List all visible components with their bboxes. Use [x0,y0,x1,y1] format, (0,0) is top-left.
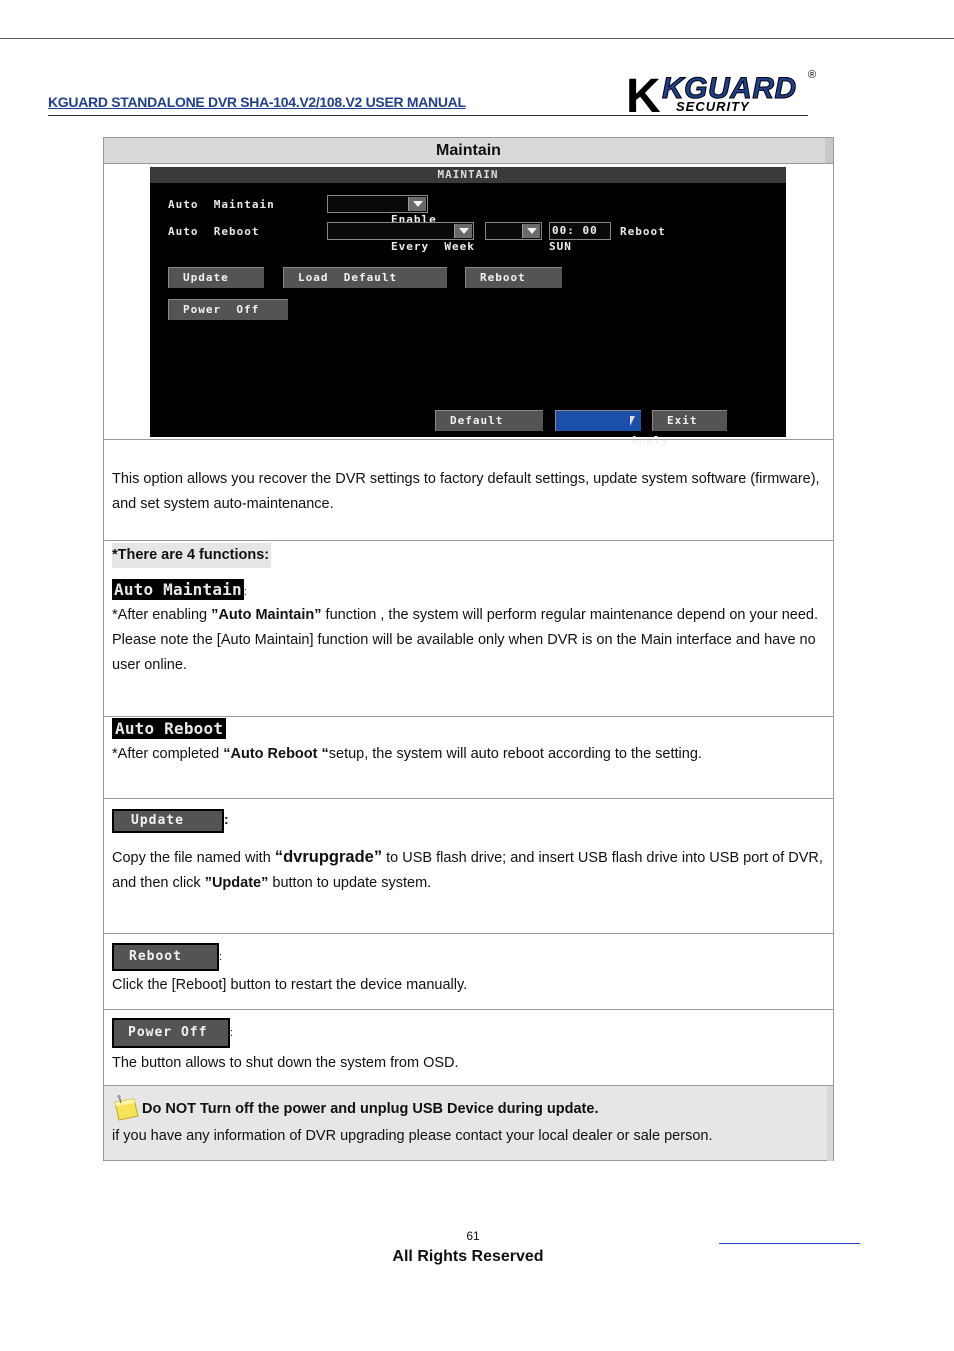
auto-maintain-text-before: *After enabling [112,607,212,623]
manual-title: KGUARD STANDALONE DVR SHA-104.V2/108.V2 … [48,94,466,110]
reboot-text: Click the [Reboot] button to restart the… [112,977,468,993]
auto-reboot-value: Every Week [390,240,475,253]
reboot-button[interactable]: Reboot [465,267,562,288]
auto-reboot-label: Auto Reboot [168,225,260,238]
reboot-badge: Reboot [112,943,219,971]
day-value: SUN [548,240,572,253]
auto-reboot-row: Auto Reboot *After completed “Auto Reboo… [104,716,833,798]
reboot-suffix: Reboot [620,225,666,238]
auto-reboot-text-after: setup, the system will auto reboot accor… [328,746,702,762]
default-button[interactable]: Default [435,410,543,431]
table-title: Maintain [436,142,501,159]
auto-maintain-colon: : [243,586,247,598]
auto-reboot-text-before: *After completed [112,746,224,762]
auto-maintain-select[interactable]: Enable [327,195,436,226]
exit-button[interactable]: Exit [652,410,727,431]
chevron-down-icon[interactable] [522,224,540,238]
description-text: This option allows you recover the DVR s… [112,471,820,512]
auto-reboot-select[interactable]: Every Week [327,222,474,253]
update-button[interactable]: Update [168,267,264,288]
mouse-pointer-icon [630,416,635,426]
power-off-text: The button allows to shut down the syste… [112,1055,459,1071]
note-shadow [827,1086,833,1161]
dvr-heading: MAINTAIN [150,167,786,183]
load-default-button[interactable]: Load Default [283,267,447,288]
power-off-button[interactable]: Power Off [168,299,288,320]
update-text-bold2: ”Update” [204,875,269,891]
auto-maintain-label: Auto Maintain [168,198,275,211]
screenshot-row: MAINTAIN Auto Maintain Enable Auto Reboo… [104,163,833,447]
power-off-badge: Power Off [112,1018,230,1048]
logo-k: K [626,70,661,116]
note-text: if you have any information of DVR upgra… [112,1128,713,1144]
apply-button[interactable]: Apply [555,410,668,447]
time-field[interactable]: 00: 00 [549,222,611,240]
auto-reboot-badge: Auto Reboot [112,718,227,739]
title-shadow [825,138,833,163]
page-number: 61 [466,1229,480,1243]
chevron-down-icon[interactable] [454,224,472,238]
dvr-maintain-screen: MAINTAIN Auto Maintain Enable Auto Reboo… [150,167,786,447]
update-colon: : [224,811,229,827]
power-off-colon: : [230,1027,234,1039]
power-off-row: Power Off: The button allows to shut dow… [104,1009,833,1085]
note-warning: Do NOT Turn off the power and unplug USB… [142,1101,599,1117]
functions-label: *There are 4 functions: [112,543,272,568]
rights-reserved: All Rights Reserved [392,1248,544,1265]
reboot-colon: : [219,951,223,963]
auto-reboot-text-bold: “Auto Reboot “ [223,746,329,762]
table-title-row: Maintain [104,138,833,163]
day-select[interactable]: SUN [485,222,571,253]
auto-reboot-text: *After completed “Auto Reboot “setup, th… [112,742,825,767]
top-rule [0,38,954,39]
auto-maintain-badge: Auto Maintain [112,579,244,600]
update-row: Update: Copy the file named with “dvrupg… [104,798,833,933]
update-text-before: Copy the file named with [112,850,275,866]
update-text-after: button to update system. [268,875,432,891]
footer-link-underline[interactable] [719,1243,860,1244]
reboot-row: Reboot: Click the [Reboot] button to res… [104,933,833,1009]
update-badge: Update [112,809,224,833]
update-text-bold: “dvrupgrade” [274,848,383,866]
kguard-logo: K KGUARD SECURITY ® [626,66,822,116]
note-row: Do NOT Turn off the power and unplug USB… [104,1085,833,1161]
auto-maintain-text: *After enabling ”Auto Maintain” function… [112,603,825,678]
logo-sub: SECURITY [676,99,750,114]
auto-maintain-text-bold: ”Auto Maintain” [211,607,322,623]
auto-maintain-row: *There are 4 functions: Auto Maintain: *… [104,540,833,716]
update-text: Copy the file named with “dvrupgrade” to… [112,845,825,896]
description-row: This option allows you recover the DVR s… [104,439,833,540]
note-icon [112,1094,142,1122]
logo-mark: ® [808,69,816,81]
chevron-down-icon[interactable] [408,197,426,211]
maintain-table: Maintain MAINTAIN Auto Maintain Enable A… [103,137,834,1161]
